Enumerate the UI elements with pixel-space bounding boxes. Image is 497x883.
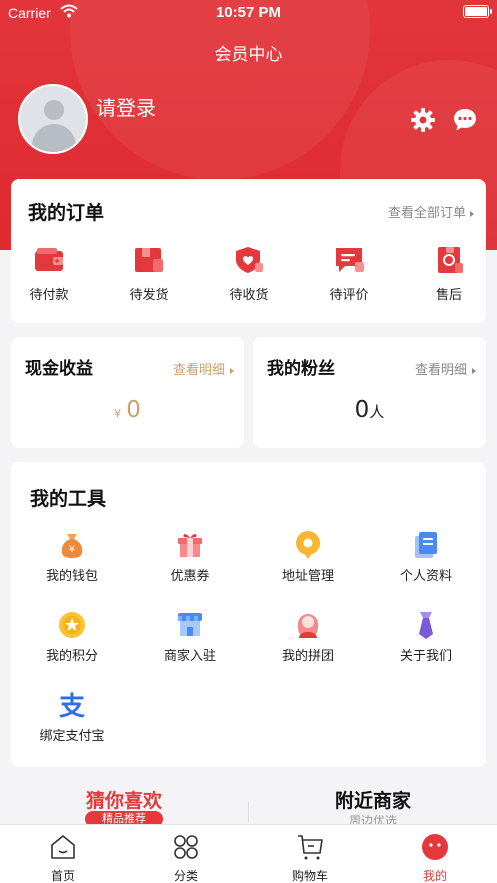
tool-label: 关于我们 bbox=[399, 649, 452, 664]
tool-label: 我的积分 bbox=[45, 649, 98, 664]
tab-label: 分类 bbox=[173, 869, 198, 883]
order-item-label: 待评价 bbox=[329, 288, 369, 303]
order-pending-payment[interactable]: 待付款 bbox=[14, 245, 84, 303]
tools-card: 我的工具 ¥ 我的钱包 优惠券 地址管理 个人资料 我的积分 商家入驻 我的拼团… bbox=[11, 462, 486, 767]
cash-details-link[interactable]: 查看明细 bbox=[173, 359, 234, 378]
tab-mine[interactable]: 我的 bbox=[395, 833, 475, 883]
tool-merchant[interactable]: 商家入驻 bbox=[135, 610, 245, 664]
tool-label: 我的钱包 bbox=[45, 569, 98, 584]
order-item-label: 待收货 bbox=[229, 288, 269, 303]
avatar-body bbox=[32, 124, 76, 152]
tie-icon bbox=[419, 612, 433, 639]
cash-earnings-title: 现金收益 bbox=[25, 359, 93, 379]
tab-label: 购物车 bbox=[291, 869, 328, 883]
tool-wallet[interactable]: ¥ 我的钱包 bbox=[17, 530, 127, 584]
feed-tabs: 猜你喜欢 精品推荐 附近商家 周边优选 bbox=[0, 780, 497, 830]
comment-icon bbox=[336, 248, 364, 272]
profile-face-icon bbox=[422, 834, 448, 860]
tab-nearby-merchants[interactable]: 附近商家 bbox=[249, 786, 497, 813]
fans-title: 我的粉丝 bbox=[267, 359, 335, 379]
order-pending-receipt[interactable]: 待收货 bbox=[214, 245, 284, 303]
tool-label: 绑定支付宝 bbox=[39, 729, 105, 744]
fans-count: 0人 bbox=[253, 397, 486, 423]
chevron-right-icon bbox=[472, 367, 476, 374]
cash-earnings-card[interactable]: 现金收益 查看明细 ¥ 0 bbox=[11, 337, 244, 448]
tab-label: 我的 bbox=[422, 869, 447, 883]
tool-label: 地址管理 bbox=[281, 569, 334, 584]
view-all-orders-link[interactable]: 查看全部订单 bbox=[388, 202, 474, 221]
tool-profile[interactable]: 个人资料 bbox=[371, 530, 481, 584]
tool-label: 优惠券 bbox=[170, 569, 210, 584]
gear-icon[interactable] bbox=[410, 107, 436, 133]
star-coin-icon bbox=[59, 612, 85, 638]
tab-label: 首页 bbox=[50, 869, 75, 883]
chevron-right-icon bbox=[470, 210, 474, 217]
tool-label: 商家入驻 bbox=[163, 649, 216, 664]
tools-title: 我的工具 bbox=[30, 488, 107, 510]
cash-earnings-value: ¥ 0 bbox=[11, 397, 244, 423]
order-pending-shipment[interactable]: 待发货 bbox=[114, 245, 184, 303]
avatar[interactable] bbox=[18, 84, 88, 154]
login-link[interactable]: 请登录 bbox=[96, 92, 156, 121]
tab-guess-you-like[interactable]: 猜你喜欢 bbox=[0, 786, 248, 813]
orders-card: 我的订单 查看全部订单 待付款 待发货 待收货 待评价 售后 bbox=[11, 179, 486, 323]
fans-details-label: 查看明细 bbox=[414, 363, 467, 378]
tab-cart[interactable]: 购物车 bbox=[270, 833, 350, 883]
order-item-label: 待付款 bbox=[29, 288, 69, 303]
currency-symbol: ¥ bbox=[114, 407, 122, 420]
tool-address[interactable]: 地址管理 bbox=[253, 530, 363, 584]
tool-label: 我的拼团 bbox=[281, 649, 334, 664]
package-icon bbox=[135, 248, 163, 272]
document-icon bbox=[415, 532, 437, 558]
clock: 10:57 PM bbox=[215, 4, 282, 21]
wallet-icon bbox=[35, 248, 63, 271]
shield-heart-icon bbox=[236, 247, 263, 273]
cash-amount: 0 bbox=[126, 397, 141, 423]
gift-box-icon bbox=[178, 534, 202, 557]
group-icon bbox=[298, 614, 318, 638]
location-icon bbox=[296, 531, 320, 559]
alipay-icon: 支 bbox=[59, 692, 85, 720]
page-title: 会员中心 bbox=[214, 45, 283, 65]
svg-text:支: 支 bbox=[59, 692, 85, 720]
refund-icon bbox=[438, 247, 463, 273]
avatar-head bbox=[44, 100, 64, 120]
tool-label: 个人资料 bbox=[399, 569, 452, 584]
chevron-right-icon bbox=[230, 367, 234, 374]
decorative-circle bbox=[70, 0, 370, 180]
home-icon bbox=[51, 835, 75, 859]
cart-icon bbox=[298, 835, 323, 860]
tool-coupons[interactable]: 优惠券 bbox=[135, 530, 245, 584]
money-bag-icon: ¥ bbox=[61, 534, 83, 558]
view-all-orders-label: 查看全部订单 bbox=[387, 206, 466, 221]
bottom-tab-bar: 首页 分类 购物车 我的 bbox=[0, 824, 497, 883]
fans-unit: 人 bbox=[369, 403, 385, 421]
store-icon bbox=[178, 613, 202, 636]
tool-bind-alipay[interactable]: 支 绑定支付宝 bbox=[17, 690, 127, 744]
orders-title: 我的订单 bbox=[28, 202, 105, 224]
cash-details-label: 查看明细 bbox=[172, 363, 225, 378]
fans-details-link[interactable]: 查看明细 bbox=[415, 359, 476, 378]
order-pending-review[interactable]: 待评价 bbox=[314, 245, 384, 303]
order-item-label: 待发货 bbox=[129, 288, 169, 303]
svg-text:¥: ¥ bbox=[69, 545, 75, 555]
category-icon bbox=[174, 835, 198, 859]
fans-number: 0 bbox=[354, 397, 370, 423]
status-bar: Carrier 10:57 PM bbox=[0, 0, 497, 26]
order-after-sales[interactable]: 售后 bbox=[414, 245, 484, 303]
message-icon[interactable] bbox=[452, 107, 478, 133]
tool-about[interactable]: 关于我们 bbox=[371, 610, 481, 664]
tool-group-buy[interactable]: 我的拼团 bbox=[253, 610, 363, 664]
tab-home[interactable]: 首页 bbox=[23, 833, 103, 883]
tab-category[interactable]: 分类 bbox=[146, 833, 226, 883]
order-item-label: 售后 bbox=[435, 288, 462, 303]
tool-points[interactable]: 我的积分 bbox=[17, 610, 127, 664]
fans-card[interactable]: 我的粉丝 查看明细 0人 bbox=[253, 337, 486, 448]
battery-icon bbox=[463, 5, 492, 18]
